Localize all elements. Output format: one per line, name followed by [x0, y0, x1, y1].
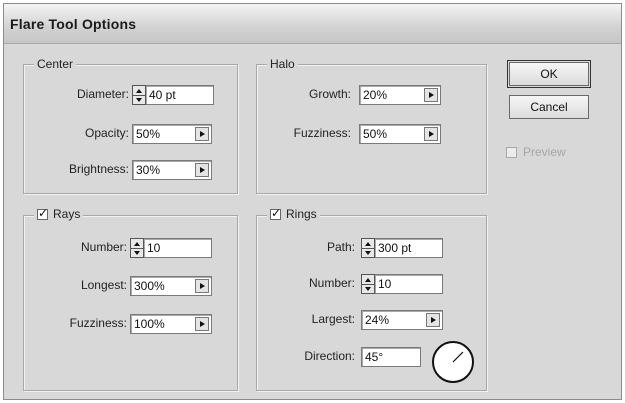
direction-value: 45° — [365, 350, 384, 364]
cancel-button[interactable]: Cancel — [509, 95, 589, 119]
longest-label: Longest: — [80, 278, 127, 292]
rays-number-stepper[interactable] — [130, 238, 144, 258]
diameter-stepper[interactable] — [132, 85, 146, 105]
stepper-down-icon[interactable] — [362, 284, 374, 293]
halo-fuzziness-value: 50% — [363, 127, 388, 141]
path-value: 300 pt — [378, 241, 412, 255]
longest-combo[interactable]: 300% — [130, 276, 212, 296]
brightness-label: Brightness: — [68, 162, 129, 176]
halo-group-label: Halo — [267, 57, 298, 71]
center-group-label: Center — [34, 57, 77, 71]
growth-value: 20% — [363, 88, 388, 102]
opacity-menu-arrow-icon[interactable] — [195, 127, 209, 141]
diameter-label: Diameter: — [76, 87, 129, 101]
rings-toggle[interactable]: Rings — [267, 206, 320, 221]
rings-label: Rings — [286, 207, 317, 221]
rays-fuzziness-label: Fuzziness: — [69, 316, 127, 330]
brightness-value: 30% — [136, 163, 161, 177]
rings-checkbox[interactable] — [270, 206, 281, 220]
opacity-value: 50% — [136, 127, 161, 141]
path-input[interactable]: 300 pt — [375, 238, 443, 258]
path-stepper[interactable] — [361, 238, 375, 258]
growth-label: Growth: — [308, 87, 351, 101]
direction-dial[interactable] — [432, 341, 474, 383]
largest-menu-arrow-icon[interactable] — [426, 313, 440, 327]
rings-number-label: Number: — [308, 276, 355, 290]
title-bar[interactable]: Flare Tool Options — [4, 4, 621, 44]
halo-fuzziness-menu-arrow-icon[interactable] — [424, 127, 438, 141]
rays-group: Rays Number: 10 Longest: 300% Fuzziness:… — [23, 206, 238, 391]
direction-input[interactable]: 45° — [361, 347, 421, 367]
largest-label: Largest: — [311, 312, 355, 326]
rays-label: Rays — [53, 207, 81, 221]
rays-number-value: 10 — [147, 241, 161, 255]
direction-dial-graphic — [452, 351, 464, 363]
rings-group: Rings Path: 300 pt Number: 10 Largest: 2… — [256, 206, 487, 391]
preview-label: Preview — [523, 145, 566, 159]
largest-value: 24% — [365, 313, 390, 327]
rays-fuzziness-combo[interactable]: 100% — [130, 314, 212, 334]
rays-toggle[interactable]: Rays — [34, 206, 84, 221]
opacity-label: Opacity: — [84, 126, 129, 140]
stepper-down-icon[interactable] — [362, 248, 374, 257]
rays-fuzziness-value: 100% — [134, 317, 165, 331]
halo-group: Halo Growth: 20% Fuzziness: 50% — [256, 57, 487, 194]
path-label: Path: — [326, 240, 355, 254]
direction-label: Direction: — [304, 349, 355, 363]
stepper-down-icon[interactable] — [133, 95, 145, 104]
brightness-menu-arrow-icon[interactable] — [195, 163, 209, 177]
flare-tool-options-dialog: Flare Tool Options Center Diameter: 40 p… — [3, 3, 622, 400]
diameter-input[interactable]: 40 pt — [146, 85, 214, 105]
ok-button[interactable]: OK — [507, 60, 591, 88]
rings-number-stepper[interactable] — [361, 274, 375, 294]
growth-menu-arrow-icon[interactable] — [424, 88, 438, 102]
dialog-title: Flare Tool Options — [10, 16, 137, 32]
diameter-value: 40 pt — [149, 88, 176, 102]
longest-value: 300% — [134, 279, 165, 293]
brightness-combo[interactable]: 30% — [132, 160, 212, 180]
halo-fuzziness-label: Fuzziness: — [293, 126, 351, 140]
preview-option[interactable]: Preview — [506, 145, 566, 159]
rays-number-label: Number: — [80, 240, 127, 254]
rings-number-input[interactable]: 10 — [375, 274, 443, 294]
rings-number-value: 10 — [378, 277, 392, 291]
rays-checkbox[interactable] — [37, 206, 48, 220]
direction-needle-icon — [452, 351, 464, 363]
center-group: Center Diameter: 40 pt Opacity: 50% Brig… — [23, 57, 238, 194]
rays-number-input[interactable]: 10 — [144, 238, 212, 258]
longest-menu-arrow-icon[interactable] — [195, 279, 209, 293]
halo-fuzziness-combo[interactable]: 50% — [359, 124, 441, 144]
stepper-down-icon[interactable] — [131, 248, 143, 257]
largest-combo[interactable]: 24% — [361, 310, 443, 330]
preview-checkbox[interactable] — [506, 146, 517, 158]
growth-combo[interactable]: 20% — [359, 85, 441, 105]
rays-fuzziness-menu-arrow-icon[interactable] — [195, 317, 209, 331]
opacity-combo[interactable]: 50% — [132, 124, 212, 144]
